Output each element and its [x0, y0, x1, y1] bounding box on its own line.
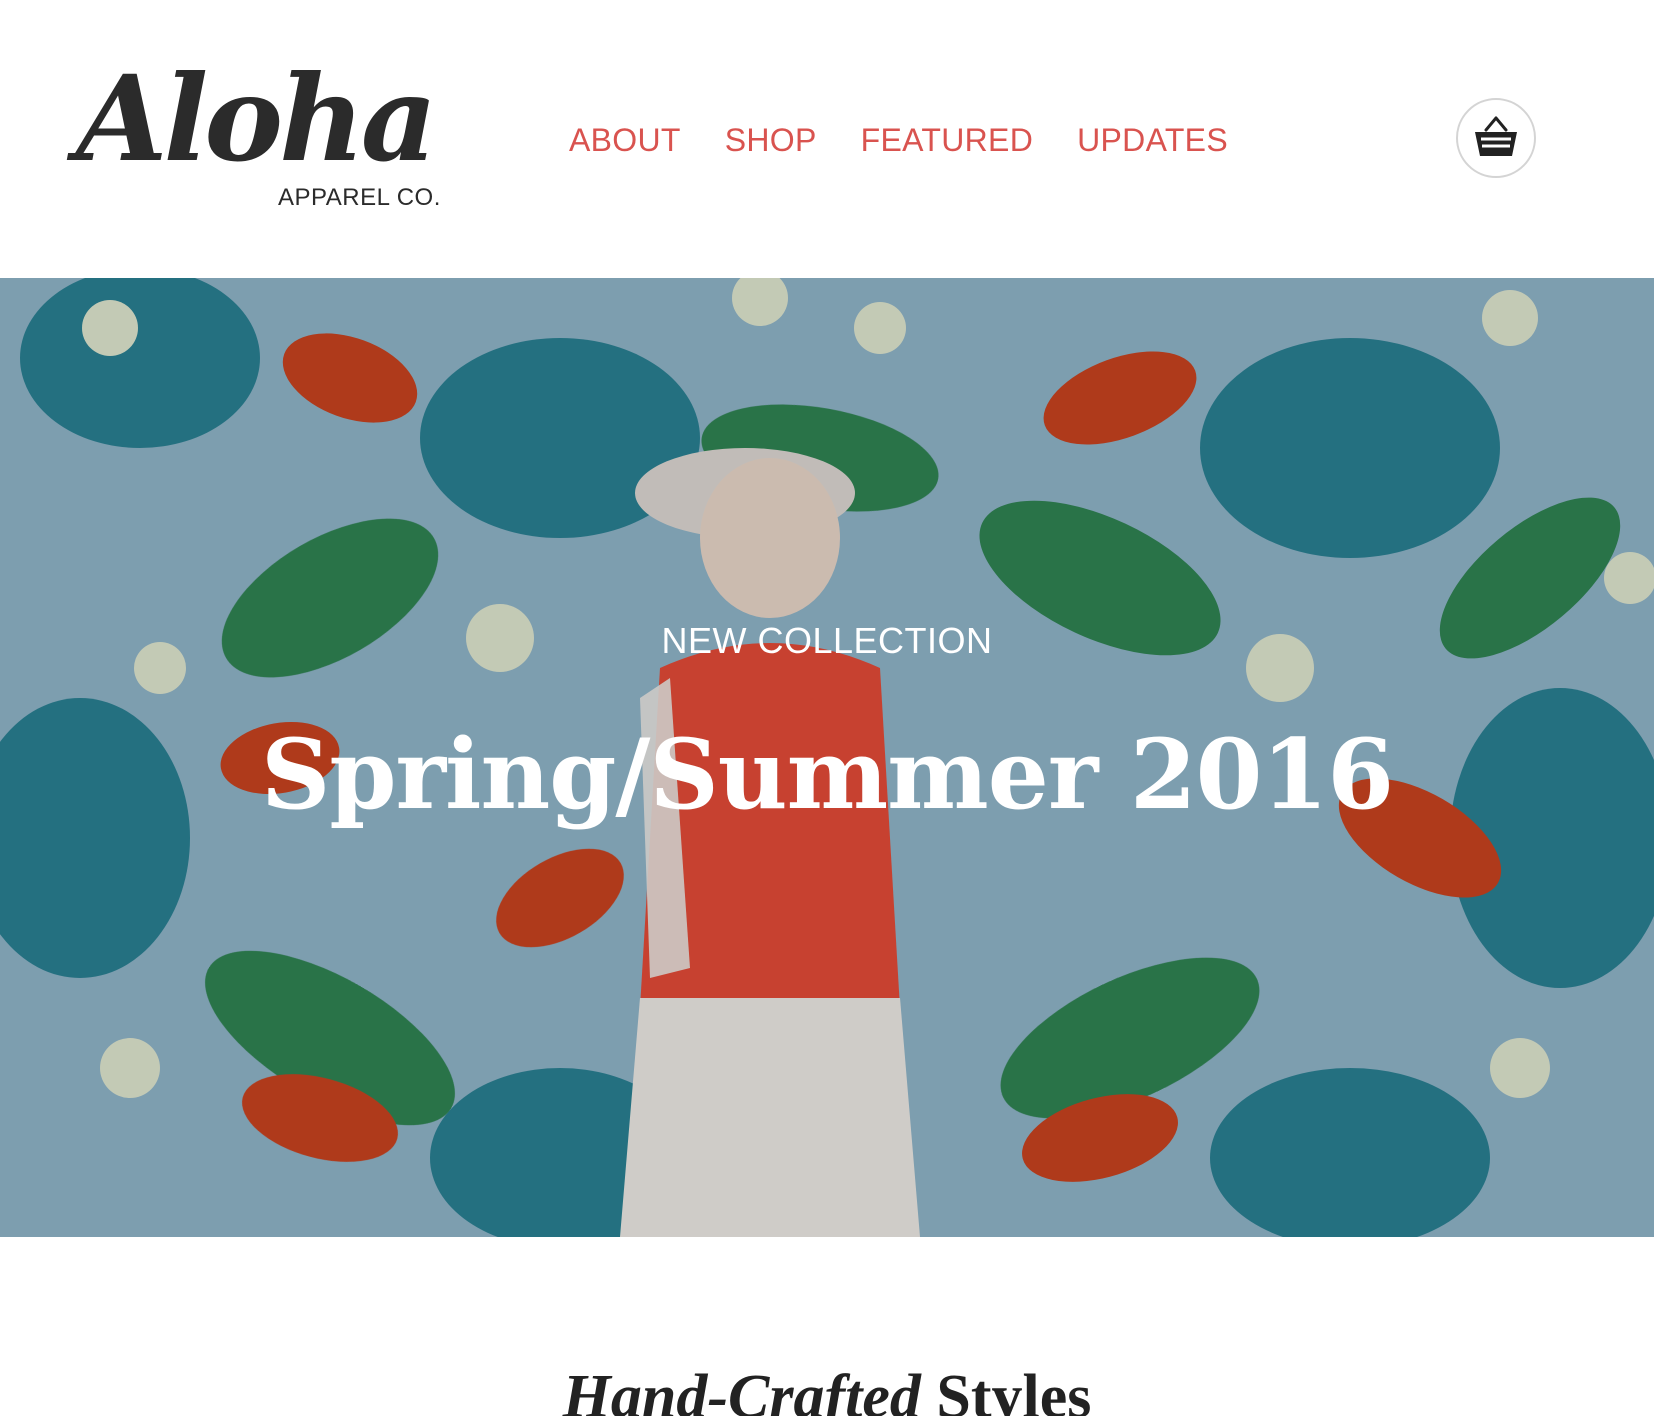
nav-item-updates[interactable]: UPDATES	[1077, 122, 1228, 159]
nav-item-about[interactable]: ABOUT	[569, 122, 681, 159]
logo-script: Aloha	[76, 49, 437, 188]
site-header: Aloha APPAREL CO. ABOUT SHOP FEATURED UP…	[0, 0, 1654, 278]
cart-button[interactable]	[1456, 98, 1536, 178]
brand-logo[interactable]: Aloha APPAREL CO.	[76, 60, 456, 220]
section-title: Hand-Crafted Styles	[0, 1362, 1654, 1416]
nav-item-featured[interactable]: FEATURED	[861, 122, 1033, 159]
main-nav: ABOUT SHOP FEATURED UPDATES	[569, 122, 1228, 159]
hero-eyebrow: NEW COLLECTION	[661, 620, 993, 661]
hero-banner: NEW COLLECTION Spring/Summer 2016	[0, 278, 1654, 1237]
hero-title: Spring/Summer 2016	[260, 718, 1394, 831]
nav-item-shop[interactable]: SHOP	[725, 122, 817, 159]
section-title-italic: Hand-Crafted	[562, 1363, 921, 1416]
basket-icon	[1475, 116, 1517, 156]
section-title-bold: Styles	[936, 1363, 1092, 1416]
logo-subtitle: APPAREL CO.	[278, 184, 441, 211]
